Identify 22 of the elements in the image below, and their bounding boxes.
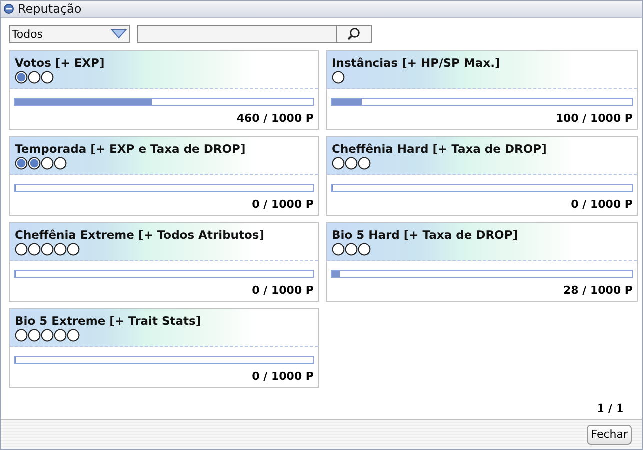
- points-text: 0 / 1000 P: [570, 197, 634, 211]
- window-title: Reputação: [18, 2, 82, 16]
- card-title: Bio 5 Extreme [+ Trait Stats]: [15, 314, 202, 328]
- window-icon: [4, 4, 14, 14]
- filter-dropdown[interactable]: Todos: [9, 25, 130, 43]
- points-text: 0 / 1000 P: [251, 369, 315, 383]
- card-title: Temporada [+ EXP e Taxa de DROP]: [15, 142, 247, 156]
- card-title: Cheffênia Hard [+ Taxa de DROP]: [332, 142, 548, 156]
- search-field[interactable]: [137, 25, 337, 43]
- card-title: Bio 5 Hard [+ Taxa de DROP]: [332, 228, 520, 242]
- page-counter: 1 / 1: [597, 402, 624, 415]
- points-text: 0 / 1000 P: [251, 197, 315, 211]
- points-text: 100 / 1000 P: [554, 111, 634, 125]
- points-text: 0 / 1000 P: [251, 283, 315, 297]
- search-button[interactable]: [336, 25, 372, 43]
- points-text: 28 / 1000 P: [562, 283, 634, 297]
- search-icon: [347, 27, 361, 41]
- card-title: Cheffênia Extreme [+ Todos Atributos]: [15, 228, 266, 242]
- card-title: Instâncias [+ HP/SP Max.]: [332, 56, 502, 70]
- points-text: 460 / 1000 P: [236, 111, 315, 125]
- card-title: Votos [+ EXP]: [15, 56, 106, 70]
- close-button[interactable]: Fechar: [587, 424, 632, 444]
